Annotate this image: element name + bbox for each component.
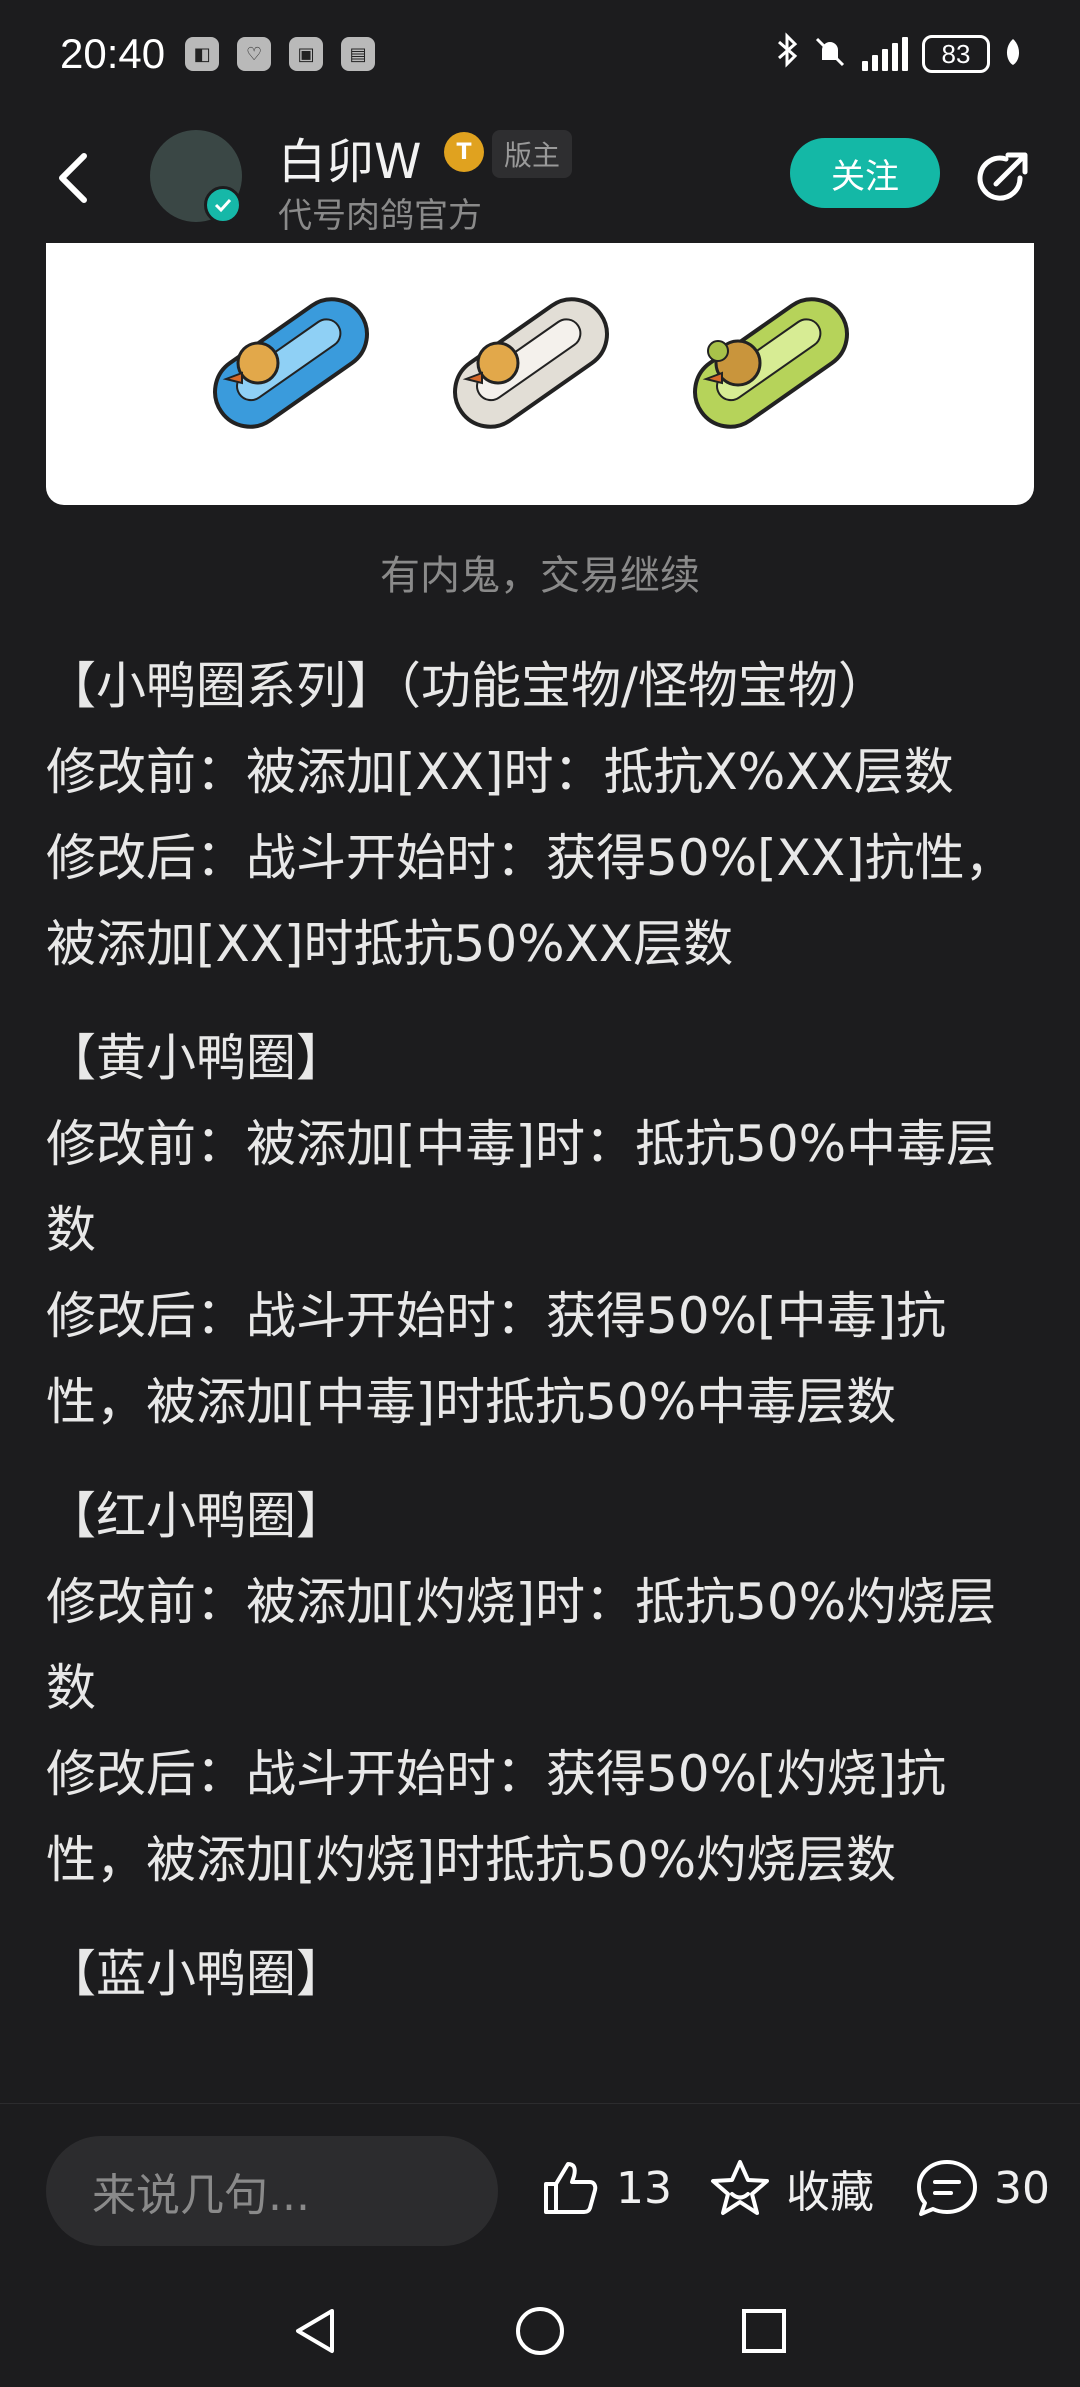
section-title: 【红小鸭圈】 [46, 1487, 346, 1545]
leaf-icon [1004, 37, 1022, 71]
battery-indicator: 83 [922, 35, 990, 73]
follow-button[interactable]: 关注 [790, 138, 940, 208]
app-notification-icon: ♡ [237, 37, 272, 71]
section-title: 【黄小鸭圈】 [46, 1029, 346, 1087]
after-text: 修改后：战斗开始时：获得50%[灼烧]抗性，被添加[灼烧]时抵抗50%灼烧层数 [46, 1745, 947, 1889]
bluetooth-icon [776, 31, 798, 77]
status-time: 20:40 [60, 30, 166, 77]
nav-recents-button[interactable] [736, 2303, 792, 2359]
author-name[interactable]: 白卯W [278, 122, 421, 192]
mute-icon [812, 34, 848, 74]
comment-count: 30 [994, 2162, 1050, 2214]
article-body: 【小鸭圈系列】（功能宝物/怪物宝物） 修改前：被添加[XX]时：抵抗X%XX层数… [46, 643, 1036, 2017]
nav-home-button[interactable] [512, 2303, 568, 2359]
signal-icon [862, 37, 908, 71]
duck-rings-illustration [213, 297, 849, 429]
verified-badge-icon [204, 186, 242, 224]
image-caption: 有内鬼，交易继续 [380, 553, 700, 599]
like-button[interactable]: 13 [538, 2156, 672, 2220]
favorite-button[interactable]: 收藏 [708, 2156, 874, 2220]
back-button[interactable] [50, 148, 100, 208]
square-recents-icon [742, 2309, 786, 2353]
app-notification-icon: ▤ [341, 37, 376, 71]
before-text: 修改前：被添加[XX]时：抵抗X%XX层数 [46, 743, 954, 801]
green-duck-ring-icon [693, 297, 849, 429]
section-title: 【蓝小鸭圈】 [46, 1945, 346, 2003]
comment-icon [917, 2160, 977, 2216]
comment-input[interactable]: 来说几句... [46, 2136, 498, 2246]
comment-button[interactable]: 30 [914, 2156, 1050, 2220]
share-icon [977, 152, 1028, 201]
thumbs-up-icon [544, 2162, 598, 2214]
before-text: 修改前：被添加[灼烧]时：抵抗50%灼烧层数 [46, 1573, 997, 1717]
after-text: 修改后：战斗开始时：获得50%[XX]抗性，被添加[XX]时抵抗50%XX层数 [46, 829, 1015, 973]
favorite-label: 收藏 [786, 2167, 874, 2218]
share-button[interactable] [970, 146, 1034, 210]
after-text: 修改后：战斗开始时：获得50%[中毒]抗性，被添加[中毒]时抵抗50%中毒层数 [46, 1287, 947, 1431]
level-badge: T [444, 132, 484, 172]
star-icon [711, 2160, 769, 2215]
white-duck-ring-icon [453, 297, 609, 429]
status-right-group: 83 [776, 31, 1022, 77]
app-notification-icon: ▣ [289, 37, 324, 71]
circle-home-icon [516, 2307, 564, 2355]
post-header: 白卯W T 版主 代号肉鸽官方 关注 [0, 108, 1080, 243]
before-text: 修改前：被添加[中毒]时：抵抗50%中毒层数 [46, 1115, 997, 1259]
blue-duck-ring-icon [213, 297, 369, 429]
like-count: 13 [616, 2162, 672, 2214]
post-image[interactable] [46, 243, 1034, 505]
app-notification-icon: ◧ [185, 37, 220, 71]
post-content[interactable]: 有内鬼，交易继续 【小鸭圈系列】（功能宝物/怪物宝物） 修改前：被添加[XX]时… [0, 243, 1080, 2103]
bottom-action-bar: 来说几句... 13 收藏 30 [0, 2103, 1080, 2273]
chevron-left-icon [59, 153, 87, 203]
status-bar: 20:40 ◧ ♡ ▣ ▤ 83 [0, 0, 1080, 108]
triangle-back-icon [296, 2309, 334, 2353]
section-title: 【小鸭圈系列】（功能宝物/怪物宝物） [46, 657, 888, 715]
role-badge: 版主 [492, 130, 573, 178]
author-subtitle: 代号肉鸽官方 [278, 196, 482, 236]
system-nav-bar [0, 2273, 1080, 2387]
nav-back-button[interactable] [288, 2303, 344, 2359]
